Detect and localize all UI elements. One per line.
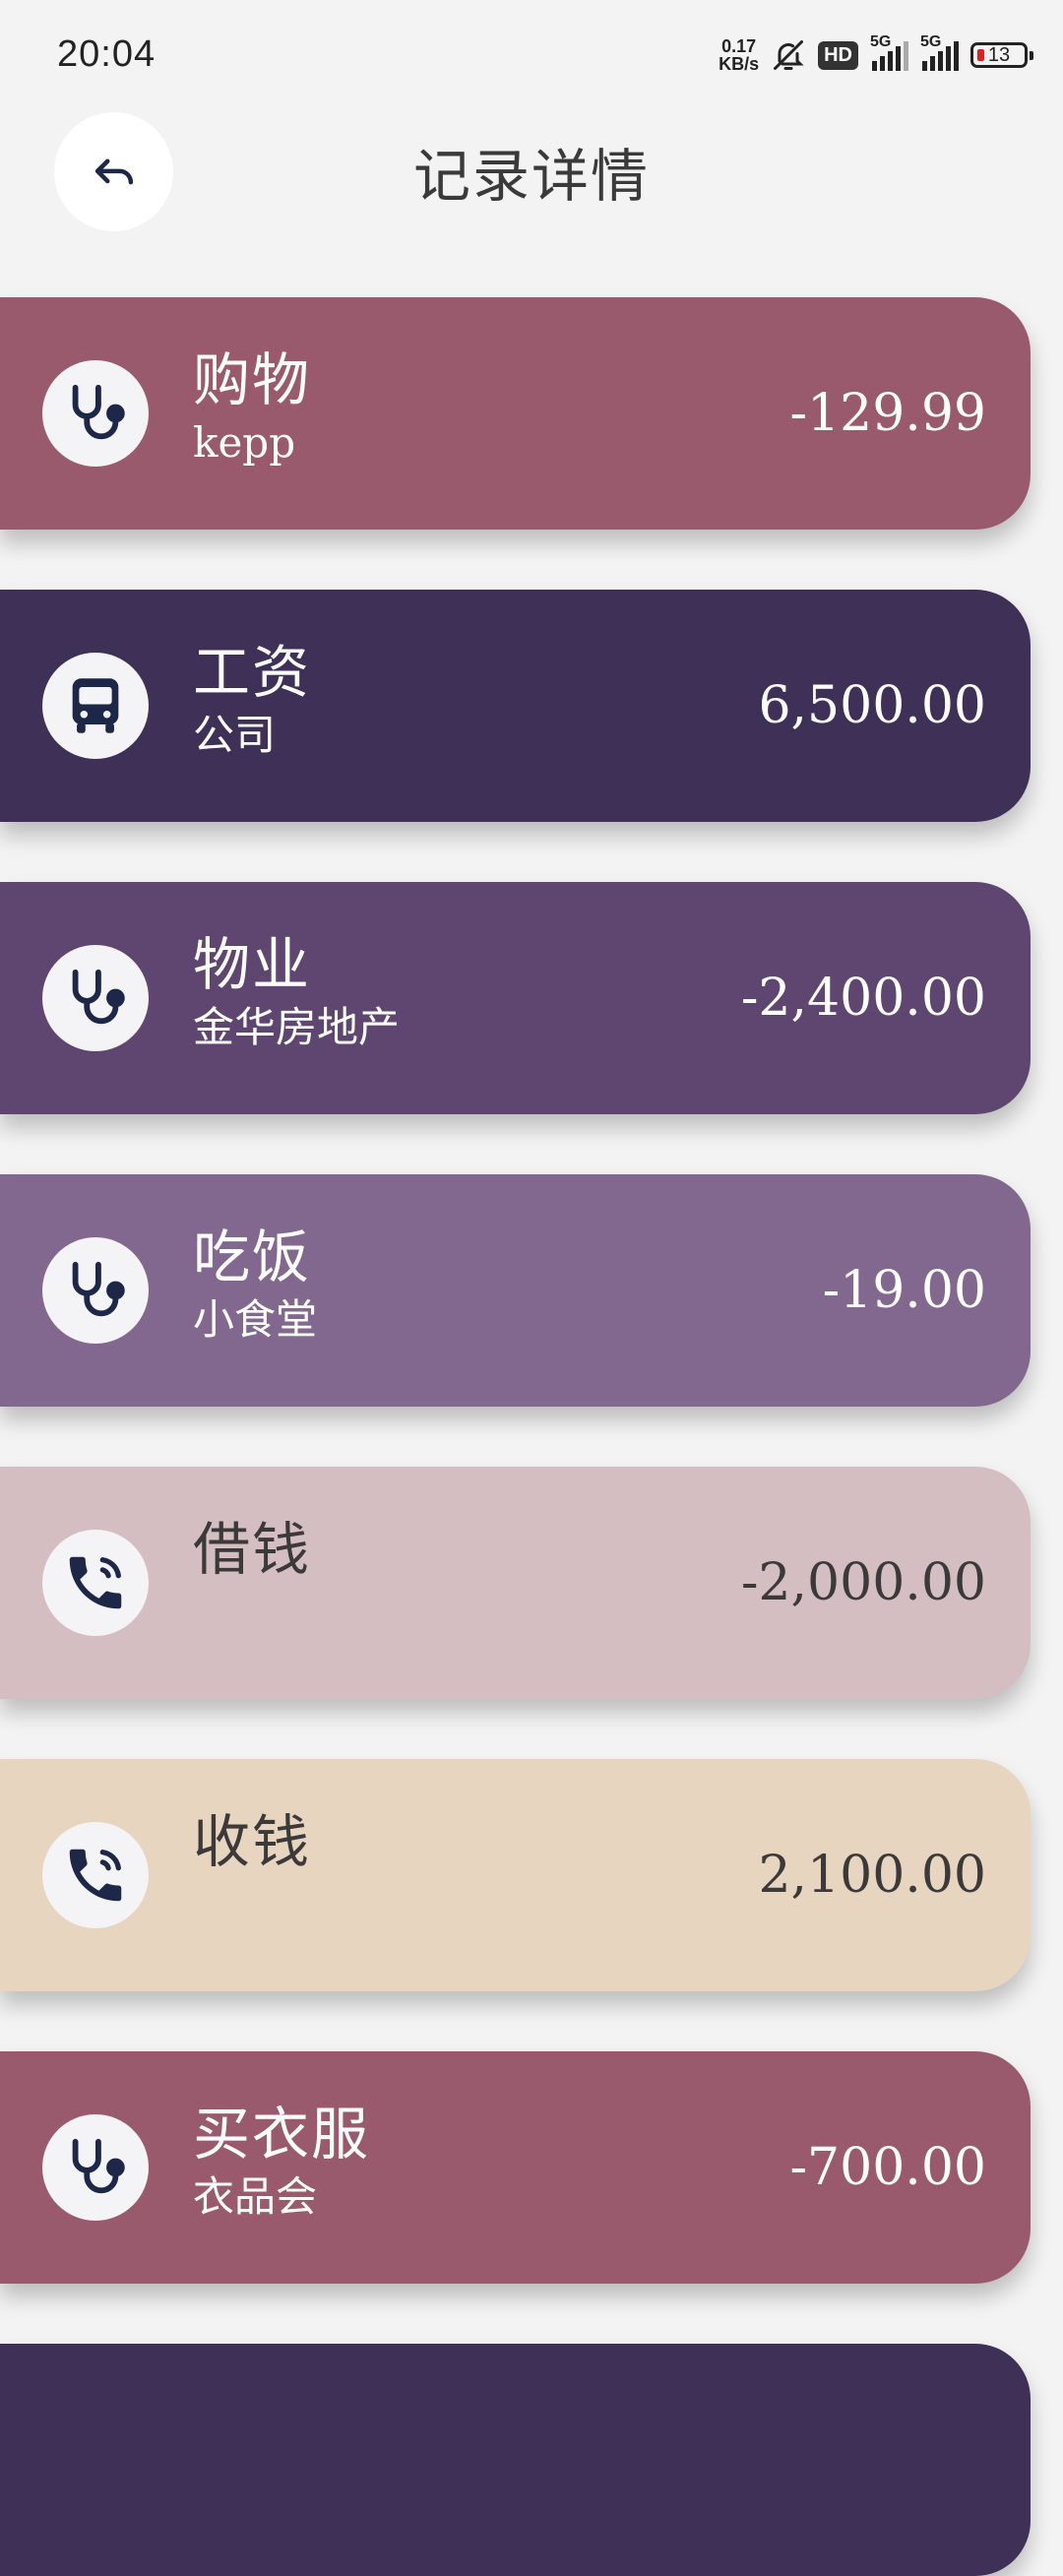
stethoscope-icon-circle <box>42 2114 149 2221</box>
record-card[interactable]: 工资公司 6,500.00 <box>0 590 1031 822</box>
stethoscope-icon <box>72 1261 125 1317</box>
page-title: 记录详情 <box>412 143 650 210</box>
status-bar: 20:04 0.17 KB/s HD 5G 5G 13 <box>0 0 1063 114</box>
stethoscope-icon <box>72 969 125 1025</box>
phone-call-icon-circle <box>42 1822 149 1928</box>
stethoscope-icon <box>72 384 125 440</box>
record-title: 买衣服 <box>193 2101 371 2168</box>
record-subtitle: 金华房地产 <box>193 1003 401 1051</box>
record-title: 工资 <box>193 639 312 706</box>
record-title: 购物 <box>193 346 312 413</box>
bus-icon-circle <box>42 653 149 759</box>
record-amount: -19.00 <box>822 1261 986 1320</box>
record-card[interactable]: 买衣服 衣品会 -700.00 <box>0 2051 1031 2284</box>
network-speed: 0.17 KB/s <box>719 37 759 73</box>
bus-icon <box>72 678 119 733</box>
battery-level: 13 <box>987 43 1011 66</box>
record-subtitle: 衣品会 <box>193 2172 318 2221</box>
record-card[interactable]: 收钱 2,100.00 <box>0 1759 1031 1991</box>
status-icons: 0.17 KB/s HD 5G 5G 13 <box>719 33 1033 77</box>
record-title: 借钱 <box>193 1516 312 1583</box>
battery-icon: 13 <box>970 42 1033 68</box>
hd-icon: HD <box>818 40 858 70</box>
record-amount: 2,100.00 <box>758 1846 986 1905</box>
record-amount: -2,400.00 <box>740 969 986 1028</box>
network-speed-unit: KB/s <box>719 54 760 74</box>
record-subtitle: kepp <box>193 418 296 467</box>
signal-label: 5G <box>920 33 942 50</box>
record-card[interactable]: 购物 kepp -129.99 <box>0 297 1031 530</box>
record-card[interactable]: 吃饭小食堂 -19.00 <box>0 1174 1031 1407</box>
record-amount: 6,500.00 <box>758 676 986 735</box>
record-title: 吃饭 <box>193 1224 312 1290</box>
network-speed-value: 0.17 <box>721 36 757 56</box>
record-card[interactable] <box>0 2344 1031 2576</box>
record-card[interactable]: 借钱 -2,000.00 <box>0 1467 1031 1699</box>
signal-icon: 5G <box>870 33 908 71</box>
phone-call-icon-circle <box>42 1530 149 1636</box>
record-amount: -700.00 <box>789 2138 986 2197</box>
phone-call-icon <box>69 1849 122 1902</box>
status-time: 20:04 <box>57 33 156 75</box>
record-amount: -129.99 <box>789 384 986 443</box>
phone-call-icon <box>69 1556 122 1609</box>
stethoscope-icon-circle <box>42 1237 149 1344</box>
record-title: 收钱 <box>193 1808 312 1875</box>
record-title: 物业 <box>193 931 312 998</box>
bell-off-icon <box>774 40 804 70</box>
signal-icon: 5G <box>920 33 959 71</box>
record-amount: -2,000.00 <box>740 1553 986 1612</box>
record-subtitle: 小食堂 <box>193 1295 318 1344</box>
stethoscope-icon-circle <box>42 945 149 1051</box>
stethoscope-icon-circle <box>42 360 149 467</box>
stethoscope-icon <box>72 2138 125 2194</box>
record-subtitle: 公司 <box>193 711 277 759</box>
record-card[interactable]: 物业金华房地产 -2,400.00 <box>0 882 1031 1114</box>
signal-label: 5G <box>870 33 892 50</box>
header: 记录详情 <box>0 110 1063 232</box>
